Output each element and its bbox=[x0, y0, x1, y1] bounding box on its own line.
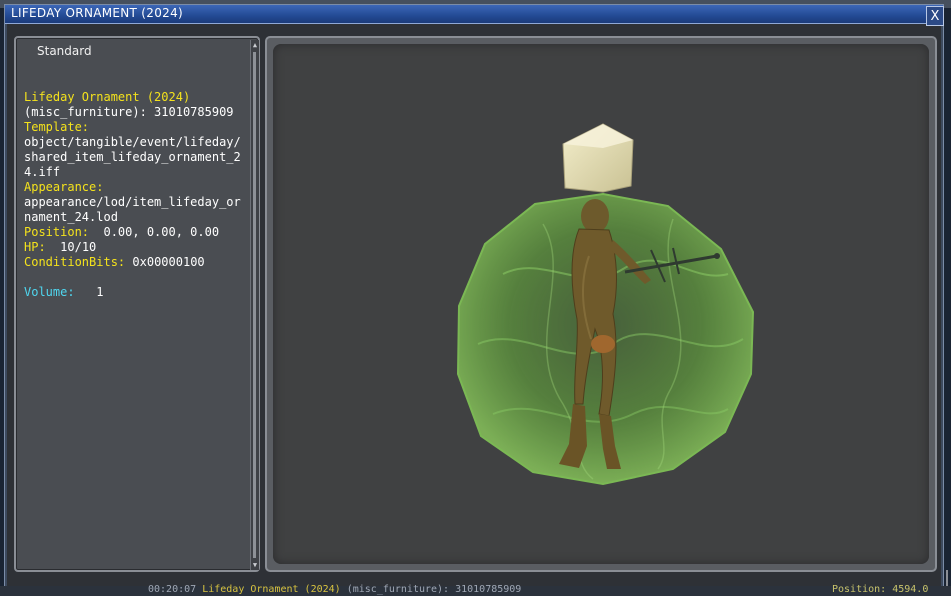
item-id: (misc_furniture): 31010785909 bbox=[24, 105, 234, 119]
scroll-down-arrow-icon[interactable]: ▼ bbox=[251, 560, 259, 570]
coords-label: Position: bbox=[832, 584, 887, 595]
appearance-label: Appearance: bbox=[24, 180, 104, 194]
chat-item-rest: (misc_furniture): 31010785909 bbox=[346, 584, 522, 595]
ornament-cap bbox=[562, 123, 634, 193]
position-row: Position: 0.00, 0.00, 0.00 bbox=[24, 225, 246, 240]
close-button[interactable]: X bbox=[926, 6, 944, 26]
info-scrollbar[interactable]: ▲ ▼ bbox=[250, 40, 259, 570]
scroll-up-arrow-icon[interactable]: ▲ bbox=[251, 40, 259, 50]
volume-label: Volume: bbox=[24, 285, 75, 299]
model-viewport[interactable] bbox=[273, 44, 929, 564]
template-value: object/tangible/event/lifeday/shared_ite… bbox=[24, 135, 241, 179]
coords-readout: Position: 4594.0 bbox=[832, 584, 928, 595]
chat-item-name: Lifeday Ornament (2024) bbox=[202, 584, 341, 595]
chat-line: 00:20:07 Lifeday Ornament (2024) (misc_f… bbox=[148, 584, 521, 595]
position-label: Position: bbox=[24, 225, 90, 239]
chat-time: 00:20:07 bbox=[148, 584, 197, 595]
template-label: Template: bbox=[24, 120, 90, 134]
item-info-panel: Standard Lifeday Ornament (2024) (misc_f… bbox=[14, 36, 260, 572]
item-attributes: Lifeday Ornament (2024) (misc_furniture)… bbox=[24, 90, 246, 300]
game-chat-bar: 00:20:07 Lifeday Ornament (2024) (misc_f… bbox=[0, 584, 951, 596]
coords-value: 4594.0 bbox=[892, 584, 929, 595]
ornament-model bbox=[456, 123, 755, 486]
hp-label: HP: bbox=[24, 240, 46, 254]
hp-value: 10/10 bbox=[60, 240, 97, 254]
volume-row: Volume: 1 bbox=[24, 285, 246, 300]
position-value: 0.00, 0.00, 0.00 bbox=[103, 225, 220, 239]
volume-value: 1 bbox=[96, 285, 104, 299]
item-name: Lifeday Ornament (2024) bbox=[24, 90, 191, 104]
appearance-value: appearance/lod/item_lifeday_ornament_24.… bbox=[24, 195, 241, 224]
scroll-thumb[interactable] bbox=[253, 52, 256, 558]
condition-label: ConditionBits: bbox=[24, 255, 126, 269]
view-mode-dropdown[interactable]: Standard bbox=[37, 44, 92, 58]
window-titlebar[interactable]: LIFEDAY ORNAMENT (2024) bbox=[5, 5, 943, 24]
window-title: LIFEDAY ORNAMENT (2024) bbox=[11, 6, 183, 20]
condition-row: ConditionBits: 0x00000100 bbox=[24, 255, 246, 270]
model-viewer-frame bbox=[265, 36, 937, 572]
hp-row: HP: 10/10 bbox=[24, 240, 246, 255]
condition-value: 0x00000100 bbox=[132, 255, 205, 269]
